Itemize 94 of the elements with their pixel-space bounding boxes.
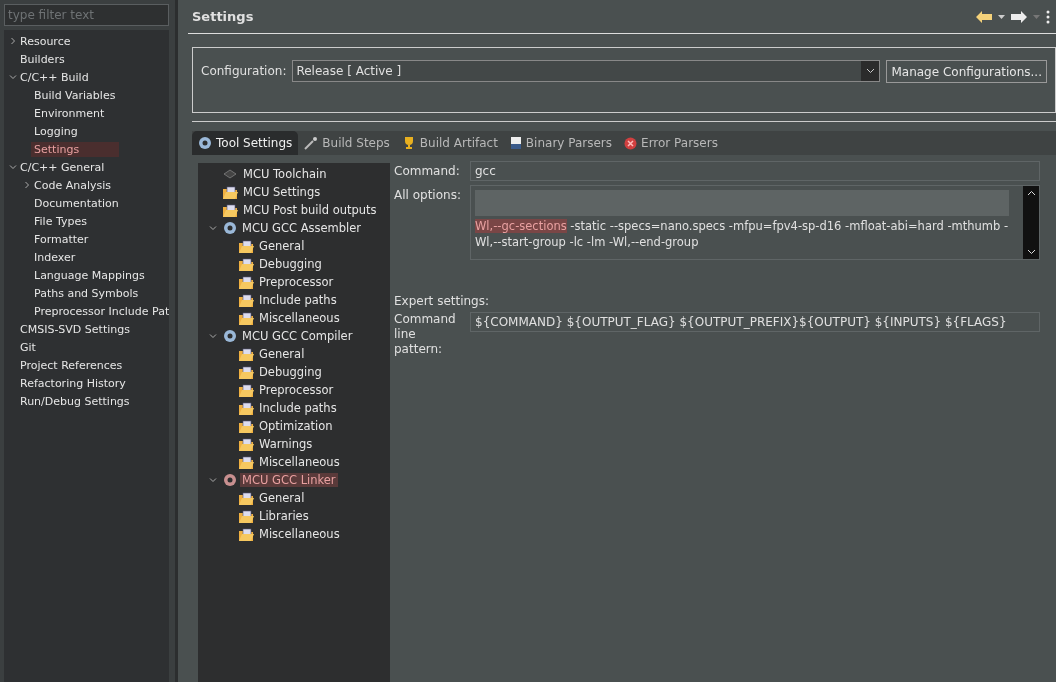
tree-item[interactable]: General [257, 347, 307, 361]
sidebar-item[interactable]: Formatter [31, 231, 91, 247]
gear-icon [223, 221, 237, 235]
document-icon [509, 136, 522, 150]
tree-item[interactable]: MCU GCC Compiler [240, 329, 355, 343]
tree-item[interactable]: General [257, 239, 307, 253]
tab[interactable]: Tool Settings [192, 131, 299, 155]
sidebar-item[interactable]: Refactoring History [17, 375, 128, 391]
folder-icon [239, 437, 254, 451]
folder-icon [239, 311, 254, 325]
dropdown-icon[interactable] [998, 14, 1005, 19]
command-line-pattern-label: Command line pattern: [394, 312, 457, 357]
tree-item[interactable]: Debugging [257, 257, 324, 271]
folder-icon [223, 203, 238, 217]
forward-arrow-icon[interactable] [1011, 10, 1027, 23]
page-title: Settings [192, 9, 254, 24]
all-options-label: All options: [394, 187, 462, 204]
sidebar-item[interactable]: Code Analysis [31, 177, 113, 193]
chip-icon [223, 168, 238, 180]
tab[interactable]: Build Steps [298, 131, 396, 155]
command-line-pattern-field[interactable]: ${COMMAND} ${OUTPUT_FLAG} ${OUTPUT_PREFIX}${OUTPUT} ${INPUTS} ${FLAGS} [470, 312, 1040, 332]
chevron-up-icon[interactable] [1026, 190, 1036, 196]
error-icon [624, 136, 638, 150]
folder-icon [239, 293, 254, 307]
tree-item[interactable]: Libraries [257, 509, 311, 523]
sidebar-item[interactable]: C/C++ Build [17, 69, 91, 85]
tree-item[interactable]: Preprocessor [257, 383, 336, 397]
folder-icon [239, 419, 254, 433]
chevron-right-icon[interactable] [23, 181, 31, 189]
sidebar-item[interactable]: Build Variables [31, 87, 118, 103]
sidebar-item[interactable]: Settings [31, 141, 120, 157]
chevron-down-icon [865, 68, 875, 74]
tab[interactable]: Binary Parsers [503, 131, 619, 155]
tab[interactable]: Build Artifact [395, 131, 504, 155]
tree-item[interactable]: General [257, 491, 307, 505]
sidebar-item[interactable]: Logging [31, 123, 80, 139]
sidebar-item[interactable]: Indexer [31, 249, 78, 265]
expert-settings-heading: Expert settings: [394, 294, 491, 308]
sidebar-item[interactable]: Environment [31, 105, 107, 121]
folder-icon [239, 347, 254, 361]
manage-configurations-button[interactable]: Manage Configurations... [886, 60, 1047, 83]
sidebar-item[interactable]: Paths and Symbols [31, 285, 141, 301]
gear-icon [223, 329, 237, 343]
gear-icon [223, 473, 237, 487]
tab[interactable]: Error Parsers [618, 131, 724, 155]
tree-item[interactable]: Preprocessor [257, 275, 336, 289]
folder-icon [239, 509, 254, 523]
chevron-down-icon[interactable] [1026, 249, 1036, 255]
sidebar-item[interactable]: CMSIS-SVD Settings [17, 321, 132, 337]
folder-icon [239, 401, 254, 415]
tree-item[interactable]: Include paths [257, 293, 339, 307]
folder-icon [223, 185, 238, 199]
sidebar-item[interactable]: Language Mappings [31, 267, 147, 283]
folder-icon [239, 527, 254, 541]
tree-item[interactable]: Warnings [257, 437, 315, 451]
folder-icon [239, 275, 254, 289]
sidebar-item[interactable]: Documentation [31, 195, 121, 211]
tree-item[interactable]: MCU Settings [241, 185, 323, 199]
tree-item[interactable]: MCU GCC Linker [240, 473, 338, 487]
tree-item[interactable]: Miscellaneous [257, 455, 342, 469]
configuration-select[interactable]: Release [ Active ] [292, 60, 881, 82]
sidebar-item[interactable]: Builders [17, 51, 67, 67]
sidebar-item[interactable]: C/C++ General [17, 159, 107, 175]
command-label: Command: [394, 163, 461, 180]
more-icon[interactable] [1046, 9, 1050, 24]
back-arrow-icon[interactable] [976, 10, 992, 23]
folder-icon [239, 491, 254, 505]
gear-icon [198, 136, 212, 150]
folder-icon [239, 383, 254, 397]
folder-icon [239, 239, 254, 253]
command-field[interactable]: gcc [470, 161, 1040, 181]
tree-item[interactable]: MCU Toolchain [241, 167, 329, 181]
tree-item[interactable]: Optimization [257, 419, 335, 433]
tree-item[interactable]: Miscellaneous [257, 527, 342, 541]
filter-field[interactable]: type filter text [4, 4, 169, 26]
tree-item[interactable]: MCU GCC Assembler [240, 221, 364, 235]
sidebar-item[interactable]: Git [17, 339, 38, 355]
tree-item[interactable]: Debugging [257, 365, 324, 379]
folder-icon [239, 257, 254, 271]
chevron-right-icon[interactable] [9, 37, 17, 45]
configuration-label: Configuration: [201, 63, 287, 78]
sidebar-item[interactable]: Preprocessor Include Pat [31, 303, 169, 319]
sidebar-item[interactable]: File Types [31, 213, 89, 229]
sidebar-item[interactable]: Run/Debug Settings [17, 393, 132, 409]
tree-item[interactable]: Miscellaneous [257, 311, 342, 325]
sidebar-item[interactable]: Resource [17, 33, 73, 49]
sidebar-item[interactable]: Project References [17, 357, 125, 373]
all-options-field[interactable]: Wl,--gc-sections -static --specs=nano.specs -mfpu=fpv4-sp-d16 -mfloat-abi=hard -mthumb -Wl,--start-group -lc -lm -Wl,--end-group [470, 185, 1040, 260]
tree-item[interactable]: Include paths [257, 401, 339, 415]
wand-icon [304, 136, 319, 150]
scrollbar[interactable] [1023, 186, 1039, 259]
folder-icon [239, 365, 254, 379]
folder-icon [239, 455, 254, 469]
tree-item[interactable]: MCU Post build outputs [241, 203, 379, 217]
